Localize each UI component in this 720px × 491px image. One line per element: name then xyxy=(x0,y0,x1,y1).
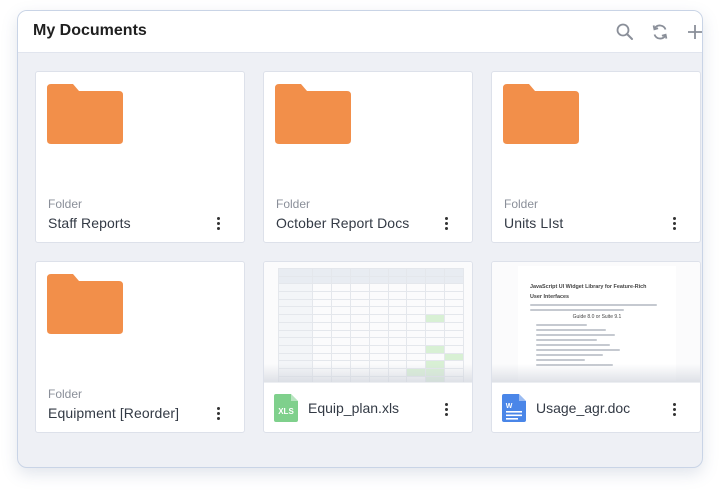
file-card[interactable]: JavaScript UI Widget Library for Feature… xyxy=(491,261,701,433)
more-options-icon[interactable] xyxy=(668,399,680,419)
folder-card[interactable]: Folder Staff Reports xyxy=(35,71,245,243)
doc-preview-subtitle: User Interfaces xyxy=(530,294,569,300)
folder-icon xyxy=(503,84,579,144)
item-name[interactable]: Units LIst xyxy=(504,215,563,231)
refresh-icon[interactable] xyxy=(650,22,670,42)
documents-window: My Documents Folder Staff Reports Folder xyxy=(17,10,703,468)
header-bar: My Documents xyxy=(18,11,702,53)
page-title: My Documents xyxy=(33,22,147,39)
folder-card[interactable]: Folder Units LIst xyxy=(491,71,701,243)
item-name[interactable]: October Report Docs xyxy=(276,215,409,231)
item-name[interactable]: Usage_agr.doc xyxy=(536,400,630,416)
doc-preview-title: JavaScript UI Widget Library for Feature… xyxy=(530,284,647,290)
more-options-icon[interactable] xyxy=(212,403,224,423)
folder-card[interactable]: Folder Equipment [Reorder] xyxy=(35,261,245,433)
item-name[interactable]: Equipment [Reorder] xyxy=(48,405,179,421)
doc-preview-heading: Guide 8.0 or Suite 9.1 xyxy=(572,314,622,320)
more-options-icon[interactable] xyxy=(212,213,224,233)
more-options-icon[interactable] xyxy=(440,399,452,419)
doc-icon-label: W xyxy=(506,403,513,410)
file-card[interactable]: XLS Equip_plan.xls xyxy=(263,261,473,433)
spreadsheet-thumbnail xyxy=(264,262,472,383)
add-icon[interactable] xyxy=(685,22,703,42)
folder-icon xyxy=(275,84,351,144)
folder-icon xyxy=(47,274,123,334)
item-type: Folder xyxy=(504,197,539,211)
xls-file-icon: XLS xyxy=(274,394,298,422)
item-type: Folder xyxy=(48,387,83,401)
item-type: Folder xyxy=(48,197,83,211)
search-icon[interactable] xyxy=(615,22,635,42)
document-thumbnail: JavaScript UI Widget Library for Feature… xyxy=(492,262,700,383)
more-options-icon[interactable] xyxy=(440,213,452,233)
item-type: Folder xyxy=(276,197,311,211)
folder-card[interactable]: Folder October Report Docs xyxy=(263,71,473,243)
more-options-icon[interactable] xyxy=(668,213,680,233)
item-name[interactable]: Equip_plan.xls xyxy=(308,400,399,416)
doc-file-icon: W xyxy=(502,394,526,422)
item-name[interactable]: Staff Reports xyxy=(48,215,131,231)
folder-icon xyxy=(47,84,123,144)
xls-icon-label: XLS xyxy=(278,407,294,416)
